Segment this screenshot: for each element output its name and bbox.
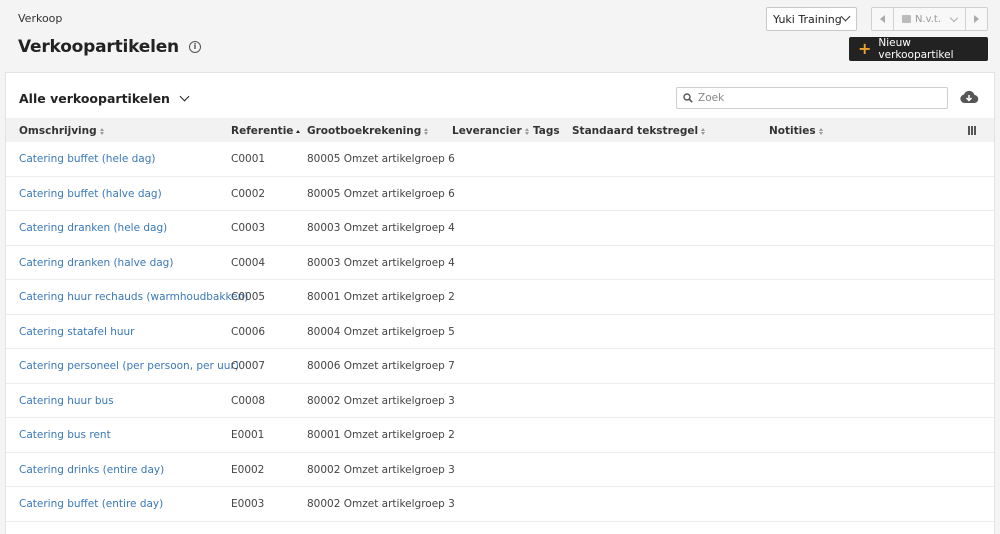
- column-header-description[interactable]: Omschrijving: [19, 125, 104, 137]
- column-header-reference[interactable]: Referentie: [231, 125, 301, 137]
- chevron-down-icon: [840, 11, 851, 22]
- row-description-link[interactable]: Catering buffet (entire day): [19, 498, 163, 510]
- calendar-icon: [901, 15, 911, 23]
- company-select[interactable]: Yuki Training: [766, 7, 857, 31]
- chevron-left-icon: [880, 15, 885, 23]
- page-title: Verkoopartikelen: [18, 37, 179, 57]
- row-reference: E0001: [231, 429, 265, 441]
- column-label: Leverancier: [452, 125, 522, 137]
- table-row[interactable]: Catering drinks (entire day) E0002 80002 O…: [6, 453, 994, 487]
- table-row[interactable]: Catering huur rechauds (warmhoudbakken) C…: [6, 280, 994, 315]
- column-label: Tags: [533, 125, 560, 137]
- info-icon[interactable]: i: [188, 41, 201, 53]
- sort-icon: [524, 127, 529, 135]
- table-row[interactable]: Catering buffet (entire day) E0003 80002 O…: [6, 487, 994, 522]
- column-label: Referentie: [231, 125, 294, 137]
- row-reference: C0007: [231, 360, 266, 372]
- chevron-down-icon: [179, 91, 190, 102]
- row-description-link[interactable]: Catering dranken (hele dag): [19, 222, 167, 234]
- column-label: Notities: [769, 125, 816, 137]
- column-header-tags: Tags: [533, 125, 560, 137]
- table-row[interactable]: Catering dranken (halve dag) C0004 80003 O…: [6, 246, 994, 280]
- table-row[interactable]: Catering buffet (halve dag) C0002 80005 Om…: [6, 177, 994, 211]
- table-header: Omschrijving Referentie Grootboekrekenin…: [6, 118, 994, 142]
- row-reference: C0008: [231, 394, 266, 407]
- row-reference: E0002: [231, 463, 265, 476]
- search-box: [676, 87, 948, 109]
- columns-icon[interactable]: [968, 126, 976, 135]
- table-row[interactable]: Catering huur bus C0008 80002 Omzet artike…: [6, 384, 994, 418]
- table-row[interactable]: Catering statafel huur C0006 80004 Omzet a…: [6, 315, 994, 349]
- row-description-link[interactable]: Catering personeel (per persoon, per uur…: [19, 360, 239, 372]
- row-ledger: 80002 Omzet artikelgroep 3: [307, 394, 455, 407]
- period-label: N.v.t.: [914, 13, 942, 25]
- period-next-button[interactable]: [965, 8, 987, 30]
- sort-asc-icon: [296, 129, 301, 133]
- row-ledger: 80005 Omzet artikelgroep 6: [307, 153, 455, 165]
- table-row[interactable]: Catering buffet (hele dag) C0001 80005 Omz…: [6, 142, 994, 177]
- row-description-link[interactable]: Catering dranken (halve dag): [19, 257, 173, 269]
- row-reference: C0004: [231, 256, 266, 269]
- column-label: Omschrijving: [19, 125, 97, 137]
- table-body: Catering buffet (hele dag) C0001 80005 Omz…: [6, 142, 994, 522]
- sales-items-panel: Alle verkoopartikelen Omschrijving Refer…: [5, 72, 995, 534]
- row-description-link[interactable]: Catering bus rent: [19, 429, 111, 441]
- period-selector: N.v.t.: [871, 7, 988, 31]
- row-reference: C0005: [231, 291, 266, 303]
- row-reference: C0006: [231, 325, 266, 338]
- row-description-link[interactable]: Catering buffet (halve dag): [19, 188, 162, 200]
- row-ledger: 80003 Omzet artikelgroep 4: [307, 256, 455, 269]
- period-prev-button[interactable]: [872, 8, 894, 30]
- column-label: Grootboekrekening: [307, 125, 422, 137]
- page-header: Verkoopartikelen i: [18, 37, 201, 57]
- table-row[interactable]: Catering personeel (per persoon, per uur…: [6, 349, 994, 384]
- sort-icon: [99, 127, 104, 135]
- table-row[interactable]: Catering dranken (hele dag) C0003 80003 Om…: [6, 211, 994, 246]
- sort-icon: [424, 127, 429, 135]
- row-reference: C0001: [231, 153, 266, 165]
- row-ledger: 80001 Omzet artikelgroep 2: [307, 429, 455, 441]
- row-reference: C0003: [231, 222, 266, 234]
- plus-icon: +: [858, 39, 872, 58]
- breadcrumb: Verkoop: [18, 12, 63, 25]
- search-input[interactable]: [698, 92, 928, 104]
- search-icon: [683, 93, 693, 103]
- cloud-download-icon[interactable]: [959, 89, 979, 105]
- chevron-right-icon: [974, 15, 979, 23]
- table-row[interactable]: Catering bus rent E0001 80001 Omzet artike…: [6, 418, 994, 453]
- period-dropdown[interactable]: N.v.t.: [894, 8, 965, 30]
- row-description-link[interactable]: Catering statafel huur: [19, 326, 135, 338]
- row-ledger: 80004 Omzet artikelgroep 5: [307, 325, 455, 338]
- row-description-link[interactable]: Catering huur rechauds (warmhoudbakken): [19, 291, 248, 303]
- row-ledger: 80002 Omzet artikelgroep 3: [307, 463, 455, 476]
- sort-icon: [818, 127, 823, 135]
- view-select[interactable]: Alle verkoopartikelen: [19, 91, 190, 106]
- row-reference: C0002: [231, 187, 266, 200]
- row-ledger: 80006 Omzet artikelgroep 7: [307, 360, 455, 372]
- view-select-label: Alle verkoopartikelen: [19, 91, 170, 106]
- row-ledger: 80003 Omzet artikelgroep 4: [307, 222, 455, 234]
- row-reference: E0003: [231, 498, 265, 510]
- row-description-link[interactable]: Catering huur bus: [19, 395, 114, 407]
- chevron-down-icon: [949, 13, 959, 22]
- row-description-link[interactable]: Catering drinks (entire day): [19, 464, 164, 476]
- new-sales-item-button[interactable]: + Nieuw verkoopartikel: [849, 37, 988, 61]
- column-label: Standaard tekstregel: [572, 125, 699, 137]
- row-ledger: 80002 Omzet artikelgroep 3: [307, 498, 455, 510]
- column-header-ledger[interactable]: Grootboekrekening: [307, 125, 429, 137]
- company-select-label: Yuki Training: [773, 12, 842, 26]
- row-description-link[interactable]: Catering buffet (hele dag): [19, 153, 156, 165]
- row-ledger: 80005 Omzet artikelgroep 6: [307, 187, 455, 200]
- column-header-default-text[interactable]: Standaard tekstregel: [572, 125, 706, 137]
- sort-icon: [701, 127, 706, 135]
- column-header-supplier[interactable]: Leverancier: [452, 125, 529, 137]
- column-header-notes[interactable]: Notities: [769, 125, 823, 137]
- row-ledger: 80001 Omzet artikelgroep 2: [307, 291, 455, 303]
- new-sales-item-label: Nieuw verkoopartikel: [878, 37, 954, 61]
